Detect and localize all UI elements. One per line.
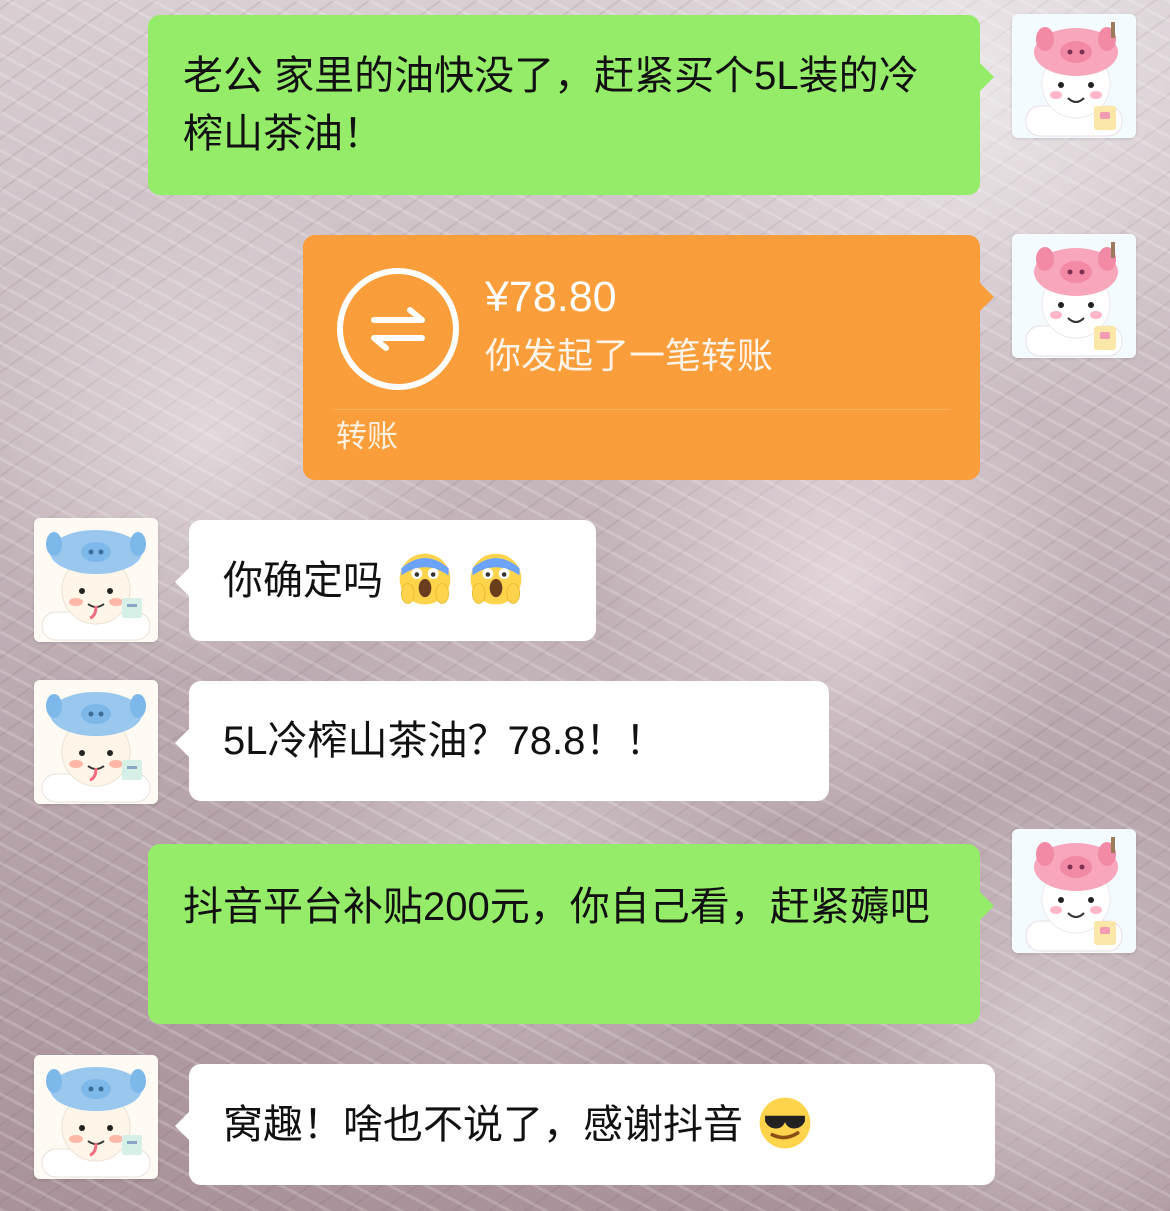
transfer-card[interactable]: ¥78.80 你发起了一笔转账 转账 bbox=[303, 235, 994, 480]
message-text: 老公 家里的油快没了，赶紧买个5L装的冷榨山茶油！ bbox=[183, 54, 919, 156]
transfer-divider bbox=[333, 409, 950, 410]
self-avatar[interactable]: ✦ bbox=[1012, 829, 1136, 953]
transfer-icon bbox=[336, 267, 460, 391]
transfer-amount: ¥78.80 bbox=[485, 273, 617, 321]
message-text: 抖音平台补贴200元，你自己看，赶紧薅吧 bbox=[183, 885, 930, 929]
received-message-bubble-2[interactable]: 5L冷榨山茶油？78.8！！ bbox=[175, 681, 829, 801]
message-text: 窝趣！啥也不说了，感谢抖音 bbox=[223, 1103, 743, 1147]
scream-emoji-icon bbox=[396, 550, 454, 608]
received-message-bubble-3[interactable]: 窝趣！啥也不说了，感谢抖音 bbox=[175, 1064, 995, 1185]
scream-emoji-icon bbox=[467, 550, 525, 608]
received-message-bubble-1[interactable]: 你确定吗 bbox=[175, 520, 596, 641]
contact-avatar[interactable] bbox=[34, 1055, 158, 1179]
self-avatar[interactable]: ✦ bbox=[1012, 14, 1136, 138]
sent-message-bubble-2[interactable]: 抖音平台补贴200元，你自己看，赶紧薅吧 bbox=[148, 844, 994, 1024]
transfer-footer-label: 转账 bbox=[336, 419, 398, 454]
message-text: 你确定吗 bbox=[223, 559, 383, 603]
transfer-description: 你发起了一笔转账 bbox=[485, 335, 774, 376]
sent-message-bubble-1[interactable]: 老公 家里的油快没了，赶紧买个5L装的冷榨山茶油！ bbox=[148, 15, 994, 195]
contact-avatar[interactable] bbox=[34, 680, 158, 804]
message-text: 5L冷榨山茶油？78.8！！ bbox=[223, 719, 666, 763]
sunglasses-emoji-icon bbox=[756, 1094, 814, 1152]
self-avatar[interactable]: ✦ bbox=[1012, 234, 1136, 358]
contact-avatar[interactable] bbox=[34, 518, 158, 642]
